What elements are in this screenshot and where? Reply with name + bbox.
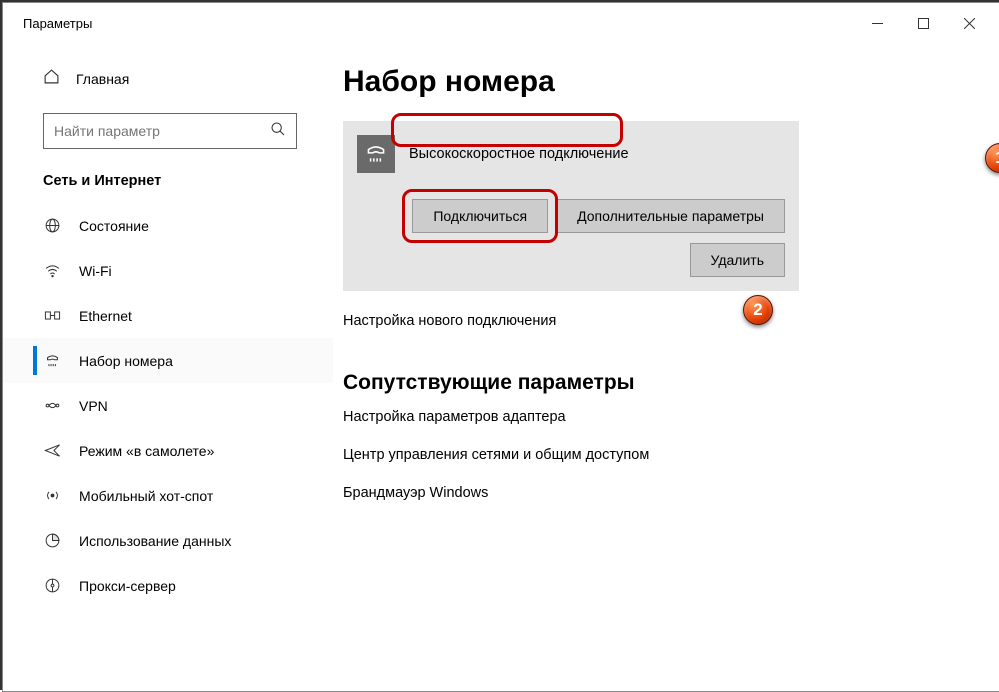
hotspot-icon	[43, 487, 61, 504]
connection-name: Высокоскоростное подключение	[409, 146, 629, 162]
window-title: Параметры	[23, 16, 92, 31]
vpn-icon	[43, 397, 61, 414]
related-link-firewall[interactable]: Брандмауэр Windows	[343, 485, 972, 501]
annotation-box-1	[391, 113, 623, 147]
search-field[interactable]	[54, 123, 270, 139]
sidebar-category-header: Сеть и Интернет	[3, 167, 333, 203]
sidebar-item-ethernet[interactable]: Ethernet	[3, 293, 333, 338]
main-content: Набор номера Высокоскоростное подключени…	[333, 43, 999, 691]
connection-card[interactable]: Высокоскоростное подключение Подключитьс…	[343, 121, 799, 291]
related-link-sharing[interactable]: Центр управления сетями и общим доступом	[343, 447, 972, 463]
advanced-button[interactable]: Дополнительные параметры	[556, 199, 785, 233]
sidebar-item-label: Использование данных	[79, 533, 231, 549]
sidebar: Главная Сеть и Интернет Состояние	[3, 43, 333, 691]
sidebar-item-label: Состояние	[79, 218, 149, 234]
delete-button[interactable]: Удалить	[690, 243, 785, 277]
sidebar-item-vpn[interactable]: VPN	[3, 383, 333, 428]
wifi-icon	[43, 262, 61, 279]
sidebar-item-proxy[interactable]: Прокси-сервер	[3, 563, 333, 608]
sidebar-home-label: Главная	[76, 71, 129, 87]
sidebar-item-airplane[interactable]: Режим «в самолете»	[3, 428, 333, 473]
sidebar-item-label: Wi-Fi	[79, 263, 112, 279]
sidebar-item-label: Мобильный хот-спот	[79, 488, 213, 504]
page-title: Набор номера	[343, 65, 972, 99]
search-icon	[270, 121, 286, 142]
minimize-button[interactable]	[854, 3, 900, 43]
airplane-icon	[43, 442, 61, 459]
sidebar-item-dialup[interactable]: Набор номера	[3, 338, 333, 383]
sidebar-item-hotspot[interactable]: Мобильный хот-спот	[3, 473, 333, 518]
maximize-button[interactable]	[900, 3, 946, 43]
sidebar-item-label: Режим «в самолете»	[79, 443, 214, 459]
sidebar-item-datausage[interactable]: Использование данных	[3, 518, 333, 563]
annotation-marker-1: 1	[985, 143, 999, 173]
sidebar-item-status[interactable]: Состояние	[3, 203, 333, 248]
sidebar-item-label: Ethernet	[79, 308, 132, 324]
datausage-icon	[43, 532, 61, 549]
titlebar: Параметры	[3, 3, 999, 43]
sidebar-home[interactable]: Главная	[3, 61, 333, 97]
home-icon	[43, 68, 60, 90]
sidebar-item-wifi[interactable]: Wi-Fi	[3, 248, 333, 293]
connection-icon	[357, 135, 395, 173]
proxy-icon	[43, 577, 61, 594]
related-link-adapter[interactable]: Настройка параметров адаптера	[343, 409, 972, 425]
search-input[interactable]	[43, 113, 297, 149]
related-section-title: Сопутствующие параметры	[343, 371, 972, 395]
ethernet-icon	[43, 307, 61, 324]
sidebar-item-label: Набор номера	[79, 353, 173, 369]
sidebar-item-label: Прокси-сервер	[79, 578, 176, 594]
dialup-icon	[43, 352, 61, 369]
close-button[interactable]	[946, 3, 992, 43]
new-connection-link[interactable]: Настройка нового подключения	[343, 313, 972, 329]
connect-button[interactable]: Подключиться	[412, 199, 548, 233]
globe-icon	[43, 217, 61, 234]
sidebar-item-label: VPN	[79, 398, 108, 414]
